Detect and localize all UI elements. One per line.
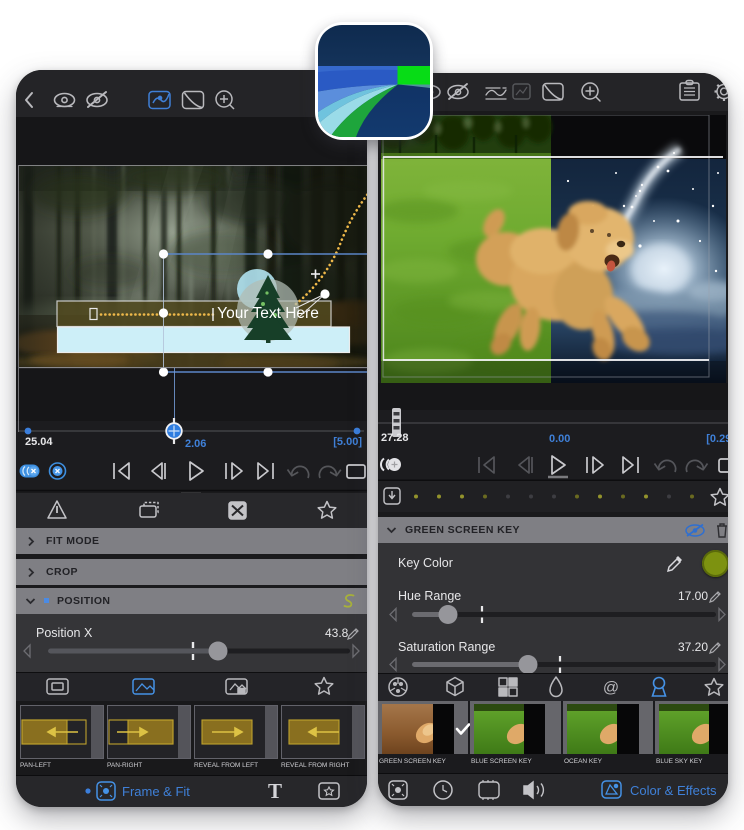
svg-text:@: @	[603, 680, 619, 697]
svg-text:Color & Effects: Color & Effects	[630, 783, 717, 798]
svg-text:Frame & Fit: Frame & Fit	[122, 784, 190, 799]
svg-text:GREEN SCREEN KEY: GREEN SCREEN KEY	[379, 758, 446, 765]
svg-text:BLUE SKY KEY: BLUE SKY KEY	[656, 758, 703, 765]
svg-text:BLUE SCREEN KEY: BLUE SCREEN KEY	[471, 758, 532, 765]
svg-text:REVEAL FROM LEFT: REVEAL FROM LEFT	[194, 762, 258, 769]
svg-text:PAN-LEFT: PAN-LEFT	[20, 762, 51, 769]
svg-text:REVEAL FROM RIGHT: REVEAL FROM RIGHT	[281, 762, 349, 769]
svg-text:PAN-RIGHT: PAN-RIGHT	[107, 762, 142, 769]
svg-text:T: T	[268, 779, 282, 803]
svg-text:OCEAN KEY: OCEAN KEY	[564, 758, 603, 765]
